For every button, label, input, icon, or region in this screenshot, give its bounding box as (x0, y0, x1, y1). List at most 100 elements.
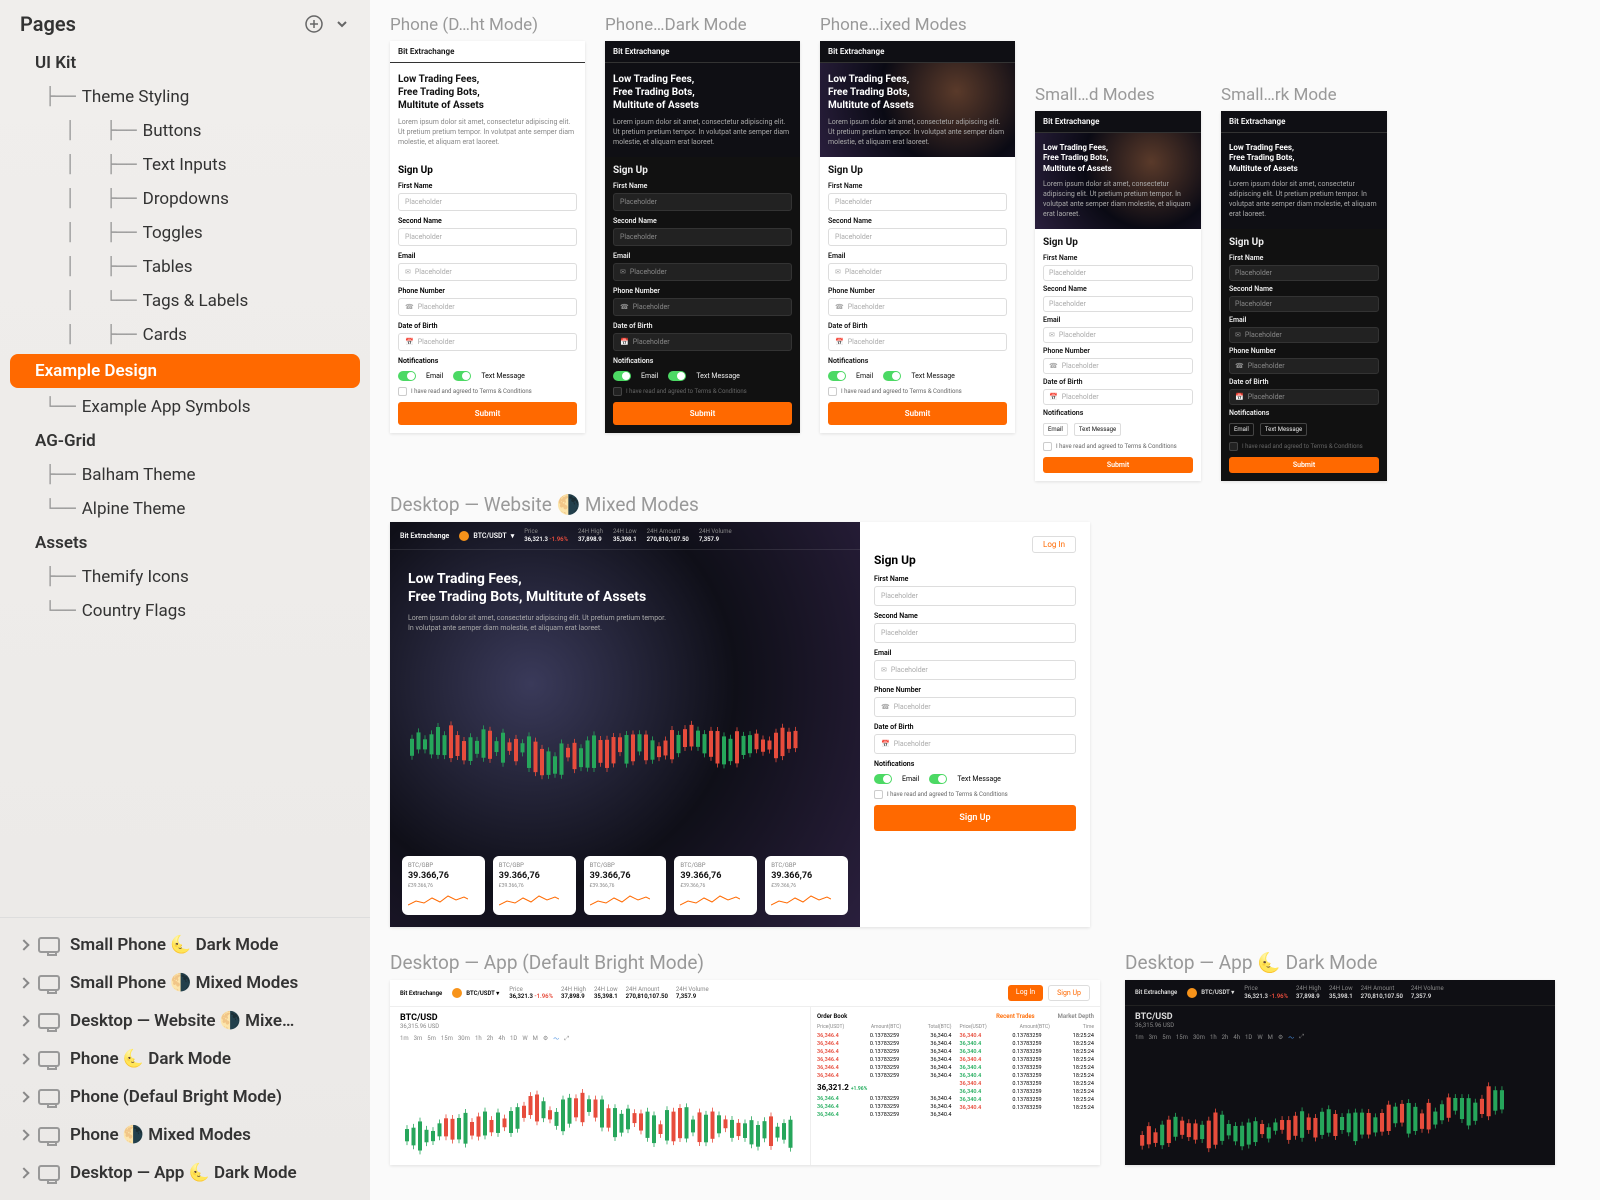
interval-1m[interactable]: 1m (400, 1035, 409, 1042)
email-input[interactable]: ✉Placeholder (874, 660, 1076, 680)
terms-checkbox[interactable] (613, 387, 622, 396)
submit-button[interactable]: Submit (613, 402, 792, 425)
second-input[interactable]: Placeholder (398, 228, 577, 246)
artboard-label[interactable]: Small…d Modes (1035, 85, 1201, 105)
artboard-list-item[interactable]: Desktop — Website 🌗 Mixe… (0, 1002, 370, 1040)
artboard-label[interactable]: Phone (D…ht Mode) (390, 15, 585, 35)
page-item[interactable]: │ ├──Toggles (5, 216, 365, 250)
ticker-card[interactable]: BTC/GBP39.366,76£39.366,76 (674, 856, 757, 915)
interval-3m[interactable]: 3m (414, 1035, 423, 1042)
phone-input[interactable]: ☎Placeholder (828, 298, 1007, 316)
expand-pages-icon[interactable] (334, 14, 350, 34)
artboard-label[interactable]: Desktop — App (Default Bright Mode) (390, 951, 1100, 974)
interval-15m[interactable]: 15m (1176, 1034, 1188, 1041)
terms-checkbox[interactable] (1229, 442, 1238, 451)
page-item[interactable]: ├──Theme Styling (5, 80, 365, 114)
terms-checkbox[interactable] (398, 387, 407, 396)
dob-input[interactable]: 📅Placeholder (874, 734, 1076, 754)
interval-30m[interactable]: 30m (1193, 1034, 1205, 1041)
dob-input[interactable]: 📅Placeholder (1229, 389, 1379, 405)
first-input[interactable]: Placeholder (874, 586, 1076, 606)
phone-input[interactable]: ☎Placeholder (398, 298, 577, 316)
page-item[interactable]: │ ├──Text Inputs (5, 148, 365, 182)
email-input[interactable]: ✉Placeholder (398, 263, 577, 281)
dob-input[interactable]: 📅Placeholder (613, 333, 792, 351)
ticker-card[interactable]: BTC/GBP39.366,76£39.366,76 (765, 856, 848, 915)
email-input[interactable]: ✉Placeholder (613, 263, 792, 281)
interval-3m[interactable]: 3m (1149, 1034, 1158, 1041)
login-button[interactable]: Log In (1032, 536, 1076, 553)
terms-checkbox[interactable] (1043, 442, 1052, 451)
artboard-list-item[interactable]: Small Phone 🌜 Dark Mode (0, 926, 370, 964)
second-input[interactable]: Placeholder (613, 228, 792, 246)
artboard-list-item[interactable]: Phone 🌗 Mixed Modes (0, 1116, 370, 1154)
interval-W[interactable]: W (522, 1035, 527, 1042)
first-input[interactable]: Placeholder (1043, 265, 1193, 281)
terms-checkbox[interactable] (828, 387, 837, 396)
second-input[interactable]: Placeholder (1229, 296, 1379, 312)
artboard-list-item[interactable]: Small Phone 🌗 Mixed Modes (0, 964, 370, 1002)
artboard-label[interactable]: Desktop — Website 🌗 Mixed Modes (390, 493, 1580, 516)
desktop-app-light[interactable]: Bit ExtrachangeBTC/USDT ▾Price36,321.3 -… (390, 980, 1100, 1165)
phone-artboard[interactable]: Bit ExtrachangeLow Trading Fees,Free Tra… (1221, 111, 1387, 481)
page-item[interactable]: │ ├──Tables (5, 250, 365, 284)
ticker-card[interactable]: BTC/GBP39.366,76£39.366,76 (493, 856, 576, 915)
interval-1m[interactable]: 1m (1135, 1034, 1144, 1041)
artboard-list-item[interactable]: Phone (Defaul Bright Mode) (0, 1078, 370, 1116)
interval-5m[interactable]: 5m (427, 1035, 436, 1042)
page-item[interactable]: Assets (5, 526, 365, 560)
email-input[interactable]: ✉Placeholder (1043, 327, 1193, 343)
interval-1D[interactable]: 1D (510, 1035, 517, 1042)
submit-button[interactable]: Submit (1043, 457, 1193, 473)
first-input[interactable]: Placeholder (1229, 265, 1379, 281)
interval-30m[interactable]: 30m (458, 1035, 470, 1042)
page-item[interactable]: └──Alpine Theme (5, 492, 365, 526)
interval-15m[interactable]: 15m (441, 1035, 453, 1042)
phone-artboard[interactable]: Bit ExtrachangeLow Trading Fees,Free Tra… (605, 41, 800, 433)
email-input[interactable]: ✉Placeholder (828, 263, 1007, 281)
submit-button[interactable]: Submit (398, 402, 577, 425)
ticker-card[interactable]: BTC/GBP39.366,76£39.366,76 (584, 856, 667, 915)
interval-M[interactable]: M (1268, 1034, 1273, 1041)
interval-1h[interactable]: 1h (1210, 1034, 1217, 1041)
phone-input[interactable]: ☎Placeholder (613, 298, 792, 316)
first-input[interactable]: Placeholder (398, 193, 577, 211)
login-button[interactable]: Log In (1008, 985, 1043, 1001)
ticker-card[interactable]: BTC/GBP39.366,76£39.366,76 (402, 856, 485, 915)
canvas[interactable]: Phone (D…ht Mode) Bit ExtrachangeLow Trad… (370, 0, 1600, 1200)
page-item[interactable]: UI Kit (5, 46, 365, 80)
page-item[interactable]: AG-Grid (5, 424, 365, 458)
artboard-label[interactable]: Small…rk Mode (1221, 85, 1387, 105)
interval-4h[interactable]: 4h (498, 1035, 505, 1042)
interval-M[interactable]: M (533, 1035, 538, 1042)
page-item[interactable]: │ └──Tags & Labels (5, 284, 365, 318)
phone-input[interactable]: ☎Placeholder (874, 697, 1076, 717)
first-input[interactable]: Placeholder (828, 193, 1007, 211)
email-toggle[interactable] (828, 371, 846, 381)
dob-input[interactable]: 📅Placeholder (828, 333, 1007, 351)
phone-artboard[interactable]: Bit ExtrachangeLow Trading Fees,Free Tra… (820, 41, 1015, 433)
page-item[interactable]: ├──Themify Icons (5, 560, 365, 594)
page-item[interactable]: │ ├──Buttons (5, 114, 365, 148)
artboard-list-item[interactable]: Phone 🌜 Dark Mode (0, 1040, 370, 1078)
phone-input[interactable]: ☎Placeholder (1043, 358, 1193, 374)
email-toggle[interactable] (398, 371, 416, 381)
dob-input[interactable]: 📅Placeholder (398, 333, 577, 351)
submit-button[interactable]: Submit (828, 402, 1007, 425)
text-toggle[interactable] (453, 371, 471, 381)
email-input[interactable]: ✉Placeholder (1229, 327, 1379, 343)
second-input[interactable]: Placeholder (874, 623, 1076, 643)
page-item[interactable]: ├──Balham Theme (5, 458, 365, 492)
text-toggle[interactable] (929, 774, 947, 784)
artboard-label[interactable]: Phone…ixed Modes (820, 15, 1015, 35)
page-item[interactable]: └──Country Flags (5, 594, 365, 628)
interval-5m[interactable]: 5m (1162, 1034, 1171, 1041)
text-toggle[interactable] (668, 371, 686, 381)
page-item[interactable]: └──Example App Symbols (5, 390, 365, 424)
email-toggle[interactable] (874, 774, 892, 784)
signup-button[interactable]: Sign Up (874, 805, 1076, 831)
phone-input[interactable]: ☎Placeholder (1229, 358, 1379, 374)
first-input[interactable]: Placeholder (613, 193, 792, 211)
desktop-app-dark[interactable]: Bit ExtrachangeBTC/USDT ▾Price36,321.3 -… (1125, 980, 1555, 1165)
desktop-website-artboard[interactable]: Bit Extrachange BTC/USDT ▾ Price36,321.3… (390, 522, 1090, 927)
